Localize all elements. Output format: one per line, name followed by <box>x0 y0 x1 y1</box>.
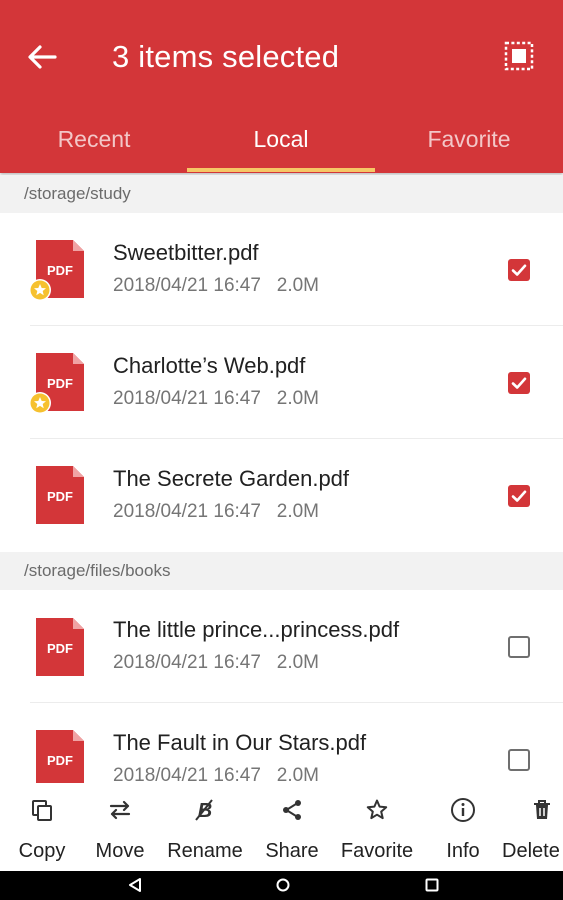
delete-button[interactable]: Delete <box>500 783 563 871</box>
select-all-button[interactable] <box>499 36 539 76</box>
favorite-star-icon <box>29 279 51 301</box>
info-icon <box>450 797 476 823</box>
tab-bar: Recent Local Favorite <box>0 106 563 173</box>
file-date: 2018/04/21 16:47 <box>113 501 261 522</box>
select-checkbox[interactable] <box>508 485 530 507</box>
file-meta: 2018/04/21 16:47 2.0M <box>113 275 319 297</box>
move-icon <box>107 797 133 823</box>
svg-text:PDF: PDF <box>47 641 73 656</box>
delete-icon <box>529 797 555 823</box>
file-meta: 2018/04/21 16:47 2.0M <box>113 652 319 674</box>
section-header: /storage/files/books <box>0 552 563 590</box>
tab-favorite[interactable]: Favorite <box>375 106 563 173</box>
svg-text:PDF: PDF <box>47 489 73 504</box>
file-size: 2.0M <box>276 275 320 296</box>
back-button[interactable] <box>22 37 62 77</box>
file-name: The little prince...princess.pdf <box>113 617 400 642</box>
app-bar: 3 items selected Recent Local Favorite <box>0 0 563 173</box>
system-nav-bar <box>0 871 563 900</box>
action-label: Delete <box>502 840 560 862</box>
file-name: The Fault in Our Stars.pdf <box>113 730 367 755</box>
tab-recent[interactable]: Recent <box>0 106 188 173</box>
file-row[interactable]: PDF The Secrete Garden.pdf 2018/04/21 16… <box>0 439 563 552</box>
section-header: /storage/study <box>0 175 563 213</box>
select-checkbox[interactable] <box>508 259 530 281</box>
check-icon <box>511 264 527 276</box>
file-name: Charlotte’s Web.pdf <box>113 353 306 378</box>
tab-local[interactable]: Local <box>187 106 375 173</box>
pdf-file-icon: PDF <box>36 618 84 676</box>
nav-home-icon[interactable] <box>275 877 291 893</box>
file-name: Sweetbitter.pdf <box>113 240 259 265</box>
svg-text:PDF: PDF <box>47 753 73 768</box>
file-date: 2018/04/21 16:47 <box>113 388 261 409</box>
back-arrow-icon <box>28 45 57 69</box>
tab-indicator <box>187 168 375 172</box>
file-row[interactable]: PDF The little prince...princess.pdf 201… <box>0 590 563 703</box>
file-name: The Secrete Garden.pdf <box>113 466 350 491</box>
favorite-star-icon <box>29 392 51 414</box>
select-checkbox[interactable] <box>508 636 530 658</box>
file-size: 2.0M <box>276 652 320 673</box>
file-size: 2.0M <box>276 388 320 409</box>
file-row[interactable]: PDF Charlotte’s Web.pdf 2018/04/21 16:47… <box>0 326 563 439</box>
star-icon <box>364 797 390 823</box>
file-size: 2.0M <box>276 765 320 783</box>
file-meta: 2018/04/21 16:47 2.0M <box>113 388 319 410</box>
share-icon <box>279 797 305 823</box>
check-icon <box>511 377 527 389</box>
select-checkbox[interactable] <box>508 749 530 771</box>
nav-recents-icon[interactable] <box>424 877 440 893</box>
copy-icon <box>29 797 55 823</box>
pdf-file-icon: PDF <box>36 730 84 783</box>
file-row[interactable]: PDF Sweetbitter.pdf 2018/04/21 16:47 2.0… <box>0 213 563 326</box>
file-date: 2018/04/21 16:47 <box>113 275 261 296</box>
svg-text:PDF: PDF <box>47 376 73 391</box>
pdf-file-icon: PDF <box>36 466 84 524</box>
info-button[interactable]: Info <box>421 783 505 871</box>
file-meta: 2018/04/21 16:47 2.0M <box>113 501 319 523</box>
select-checkbox[interactable] <box>508 372 530 394</box>
check-icon <box>511 490 527 502</box>
svg-text:PDF: PDF <box>47 263 73 278</box>
page-title: 3 items selected <box>112 39 340 74</box>
file-row[interactable]: PDF The Fault in Our Stars.pdf 2018/04/2… <box>0 703 563 783</box>
file-size: 2.0M <box>276 501 320 522</box>
select-all-icon <box>504 41 534 71</box>
file-date: 2018/04/21 16:47 <box>113 765 261 783</box>
action-bar: Copy Move B Rename Share Favorite Info D… <box>0 783 563 871</box>
rename-icon: B <box>192 797 218 823</box>
file-date: 2018/04/21 16:47 <box>113 652 261 673</box>
nav-back-icon[interactable] <box>127 877 143 893</box>
file-meta: 2018/04/21 16:47 2.0M <box>113 765 319 783</box>
